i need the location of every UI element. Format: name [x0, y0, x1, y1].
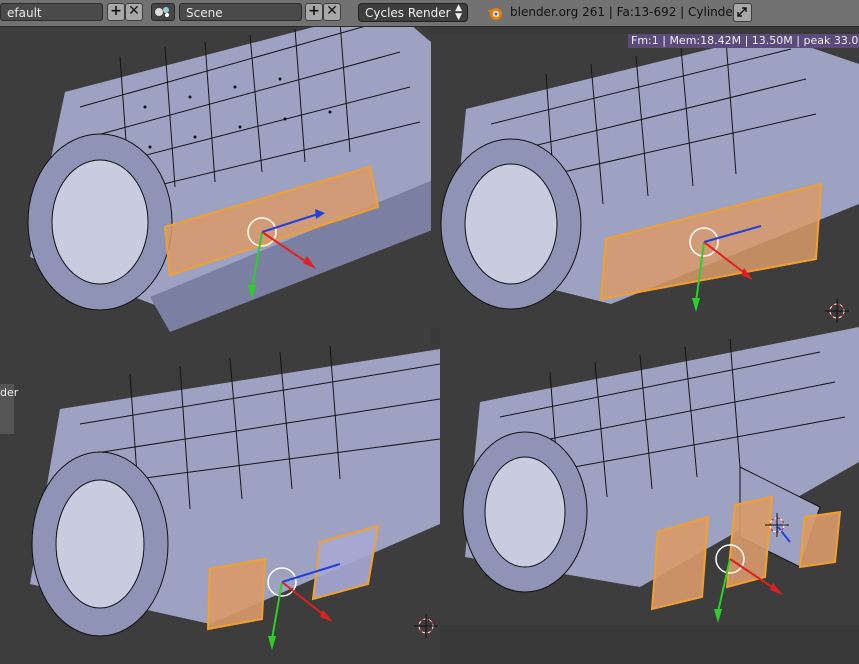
render-engine-label: Cycles Render	[365, 6, 451, 20]
render-engine-dropdown[interactable]: Cycles Render ▲ ▼	[358, 3, 468, 22]
mesh-view	[462, 327, 859, 623]
plus-icon: +	[110, 3, 122, 19]
3d-cursor-icon	[825, 299, 849, 323]
3d-cursor-icon	[765, 513, 789, 537]
viewport-bottom-left[interactable]: der	[0, 344, 440, 664]
mesh-view	[27, 27, 431, 332]
scene-statistics: blender.org 261 | Fa:13-692 | Cylinder	[510, 5, 738, 19]
scene-name-field[interactable]: Scene	[179, 3, 302, 21]
viewport-top-left[interactable]	[0, 27, 431, 345]
x-icon: ✕	[128, 3, 140, 19]
add-layout-button[interactable]: +	[107, 3, 125, 21]
viewport-top-right[interactable]: Fm:1 | Mem:18.42M | 13.50M | peak 33.02M	[431, 34, 859, 328]
scene-icon	[155, 7, 169, 17]
add-scene-button[interactable]: +	[305, 3, 323, 21]
mesh-view	[440, 34, 859, 312]
blender-logo-icon	[487, 8, 502, 20]
viewport-bottom-right[interactable]	[440, 327, 859, 625]
3d-cursor-icon	[414, 614, 438, 638]
info-header: efault + ✕ Scene + ✕ Cycles Render ▲ ▼ bl…	[0, 0, 859, 27]
side-panel-label: der	[0, 386, 19, 399]
screen-layout-field[interactable]: efault	[0, 3, 103, 21]
side-panel: der	[0, 384, 18, 434]
fullscreen-button[interactable]	[733, 3, 752, 22]
delete-scene-button[interactable]: ✕	[323, 3, 341, 21]
plus-icon: +	[308, 3, 320, 19]
memory-stats: Fm:1 | Mem:18.42M | 13.50M | peak 33.02M	[631, 34, 859, 47]
mesh-view	[30, 345, 440, 650]
chevron-updown-icon: ▲ ▼	[455, 3, 462, 22]
delete-layout-button[interactable]: ✕	[125, 3, 143, 21]
scene-selector-button[interactable]	[151, 3, 175, 21]
x-icon: ✕	[326, 3, 338, 19]
fullscreen-icon	[737, 7, 747, 17]
